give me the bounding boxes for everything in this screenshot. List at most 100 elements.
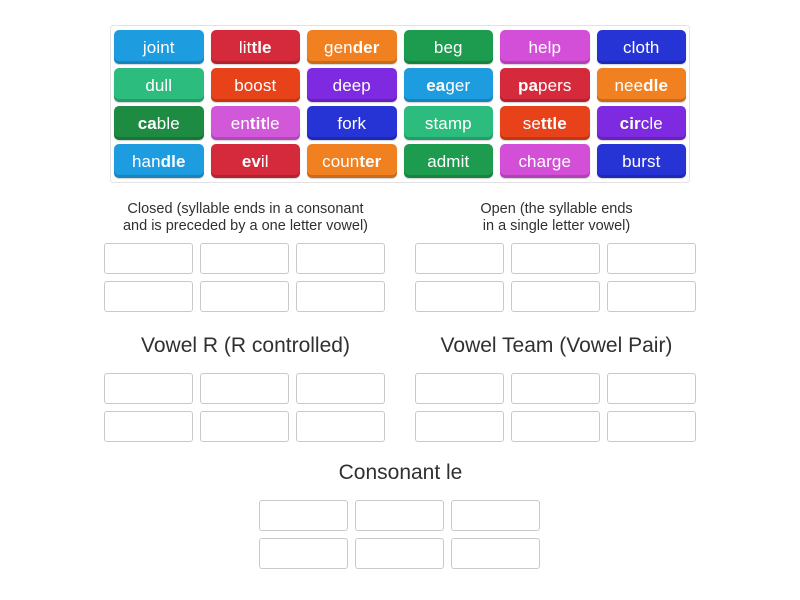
dropzone-slot[interactable] xyxy=(607,410,696,442)
word-tile-fork[interactable]: fork xyxy=(307,106,397,140)
dropzone-slot[interactable] xyxy=(415,243,504,275)
category-closed-title-line2: and is preceded by a one letter vowel) xyxy=(122,218,369,235)
word-tile-gender[interactable]: gen der xyxy=(307,30,397,64)
word-tile-row: dull boost deep ea ger pa pers nee dle xyxy=(114,68,686,102)
word-part-bold: dle xyxy=(643,75,669,95)
word-tile-entitle[interactable]: en tit le xyxy=(210,106,300,140)
word-tile-cloth[interactable]: cloth xyxy=(596,30,686,64)
word-part-plain: beg xyxy=(433,37,463,57)
dropzone-slot[interactable] xyxy=(511,243,600,275)
word-part-plain: joint xyxy=(142,37,175,57)
word-tile-eager[interactable]: ea ger xyxy=(403,68,493,102)
word-tile-charge[interactable]: charge xyxy=(500,144,590,178)
word-tile-row: joint lit tle gen der beg help cloth xyxy=(114,30,686,64)
dropzone-slot[interactable] xyxy=(104,281,193,313)
word-part-bold: ev xyxy=(241,151,261,171)
word-part-bold: ea xyxy=(426,75,446,95)
dropzone-slot[interactable] xyxy=(259,499,348,531)
dropzone-row xyxy=(415,372,696,404)
category-open-title-line2: in a single letter vowel) xyxy=(482,218,631,235)
dropzone-slot[interactable] xyxy=(104,410,193,442)
dropzone-slot[interactable] xyxy=(511,410,600,442)
word-part-plain: gen xyxy=(324,37,353,57)
category-vowel-team-dropzones xyxy=(415,372,698,442)
word-tile-cable[interactable]: ca ble xyxy=(114,106,204,140)
word-part-bold: der xyxy=(352,37,380,57)
dropzone-slot[interactable] xyxy=(296,372,385,404)
dropzone-slot[interactable] xyxy=(200,372,289,404)
word-tile-admit[interactable]: admit xyxy=(403,144,493,178)
dropzone-row xyxy=(259,537,540,569)
word-part-plain: cloth xyxy=(623,37,660,57)
dropzone-slot[interactable] xyxy=(104,243,193,275)
dropzone-row xyxy=(104,281,385,313)
category-open: Open (the syllable ends in a single lett… xyxy=(415,201,698,313)
dropzone-slot[interactable] xyxy=(296,410,385,442)
word-part-plain: deep xyxy=(332,75,371,95)
dropzone-row xyxy=(104,372,385,404)
dropzone-slot[interactable] xyxy=(451,537,540,569)
dropzone-slot[interactable] xyxy=(355,537,444,569)
word-part-bold: dle xyxy=(160,151,186,171)
category-closed-title: Closed (syllable ends in a consonant and… xyxy=(104,201,387,235)
category-vowel-r: Vowel R (R controlled) xyxy=(104,334,387,442)
dropzone-slot[interactable] xyxy=(200,281,289,313)
dropzone-slot[interactable] xyxy=(607,243,696,275)
word-tile-counter[interactable]: coun ter xyxy=(307,144,397,178)
dropzone-row xyxy=(415,281,696,313)
dropzone-slot[interactable] xyxy=(511,372,600,404)
word-part-plain: se xyxy=(522,113,541,133)
dropzone-row xyxy=(259,499,540,531)
word-tile-beg[interactable]: beg xyxy=(403,30,493,64)
dropzone-slot[interactable] xyxy=(296,243,385,275)
category-vowel-r-dropzones xyxy=(104,372,387,442)
category-open-dropzones xyxy=(415,243,698,313)
word-tile-burst[interactable]: burst xyxy=(596,144,686,178)
word-tile-papers[interactable]: pa pers xyxy=(500,68,590,102)
dropzone-row xyxy=(415,243,696,275)
word-part-plain: admit xyxy=(427,151,470,171)
word-tile-stamp[interactable]: stamp xyxy=(403,106,493,140)
dropzone-slot[interactable] xyxy=(415,410,504,442)
word-tile-deep[interactable]: deep xyxy=(307,68,397,102)
word-tile-handle[interactable]: han dle xyxy=(114,144,204,178)
word-tile-joint[interactable]: joint xyxy=(114,30,204,64)
category-open-title: Open (the syllable ends in a single lett… xyxy=(415,201,698,235)
word-part-plain: nee xyxy=(614,75,644,95)
dropzone-slot[interactable] xyxy=(200,243,289,275)
word-part-bold: tle xyxy=(251,37,272,57)
dropzone-slot[interactable] xyxy=(259,537,348,569)
category-closed: Closed (syllable ends in a consonant and… xyxy=(104,201,387,313)
category-consonant-le-dropzones xyxy=(259,499,542,569)
dropzone-slot[interactable] xyxy=(200,410,289,442)
word-part-bold: cir xyxy=(619,113,641,133)
word-tile-dull[interactable]: dull xyxy=(114,68,204,102)
dropzone-slot[interactable] xyxy=(415,372,504,404)
group-sort-activity: joint lit tle gen der beg help cloth dull boost de… xyxy=(0,0,800,600)
category-vowel-team: Vowel Team (Vowel Pair) xyxy=(415,334,698,442)
dropzone-slot[interactable] xyxy=(415,281,504,313)
word-part-plain: cle xyxy=(640,113,663,133)
word-tile-needle[interactable]: nee dle xyxy=(596,68,686,102)
dropzone-slot[interactable] xyxy=(511,281,600,313)
word-part-plain: ble xyxy=(156,113,180,133)
dropzone-slot[interactable] xyxy=(104,372,193,404)
word-tile-boost[interactable]: boost xyxy=(210,68,300,102)
word-tile-settle[interactable]: se ttle xyxy=(500,106,590,140)
word-part-bold: tit xyxy=(249,113,267,133)
word-part-plain: dull xyxy=(145,75,173,95)
dropzone-row xyxy=(415,410,696,442)
category-closed-dropzones xyxy=(104,243,387,313)
category-vowel-r-title: Vowel R (R controlled) xyxy=(141,334,350,357)
word-tile-help[interactable]: help xyxy=(500,30,590,64)
dropzone-slot[interactable] xyxy=(296,281,385,313)
word-tile-circle[interactable]: cir cle xyxy=(596,106,686,140)
dropzone-slot[interactable] xyxy=(451,499,540,531)
word-tile-little[interactable]: lit tle xyxy=(210,30,300,64)
dropzone-slot[interactable] xyxy=(607,372,696,404)
word-part-plain: ger xyxy=(445,75,471,95)
dropzone-slot[interactable] xyxy=(607,281,696,313)
word-part-plain: il xyxy=(260,151,269,171)
word-tile-evil[interactable]: ev il xyxy=(210,144,300,178)
dropzone-slot[interactable] xyxy=(355,499,444,531)
